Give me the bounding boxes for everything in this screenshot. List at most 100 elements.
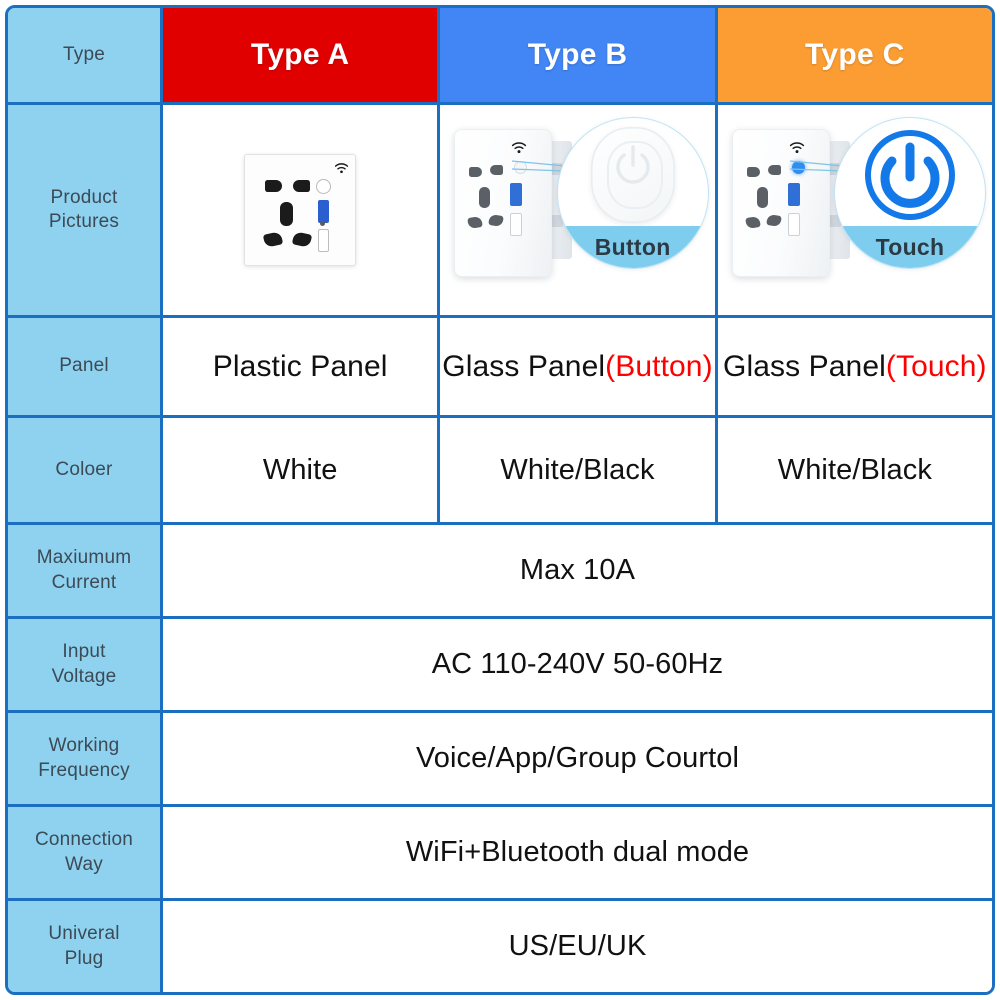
product-pictures-row: Product Pictures Button Touch: [8, 105, 992, 318]
row-label-line-2: Plug: [64, 947, 104, 969]
color-text-a: White: [262, 453, 338, 486]
color-row: Coloer White White/Black White/Black: [8, 418, 992, 525]
row-label-line-1: Working: [48, 735, 120, 757]
socket-pin-top-left: [265, 180, 283, 192]
row-label-input-voltage: Input Voltage: [8, 619, 163, 710]
input-voltage-row: Input Voltage AC 110-240V 50-60Hz: [8, 619, 992, 713]
product-image-type-a: [163, 105, 441, 315]
row-label-line-1: Univeral: [48, 923, 120, 945]
color-text-c: White/Black: [777, 453, 932, 486]
panel-value-type-a: Plastic Panel: [163, 318, 441, 415]
callout-artwork: [558, 124, 708, 226]
universal-plug-text: US/EU/UK: [508, 930, 647, 962]
socket-pin-bottom-right: [292, 231, 313, 248]
color-value-type-a: White: [163, 418, 441, 522]
touch-indicator-icon: [791, 161, 805, 174]
column-header-type-c: Type C: [717, 8, 992, 102]
panel-value-type-c: Glass Panel(Touch): [717, 318, 992, 415]
connection-way-row: Connection Way WiFi+Bluetooth dual mode: [8, 807, 992, 901]
row-label-working-frequency: Working Frequency: [8, 713, 163, 804]
working-frequency-row: Working Frequency Voice/App/Group Courto…: [8, 713, 992, 807]
product-image-type-c: Touch: [717, 105, 992, 315]
callout-artwork: [835, 124, 985, 226]
color-value-type-c: White/Black: [717, 418, 992, 522]
row-label-line-1: Connection: [34, 829, 134, 851]
panel-text-a: Plastic Panel: [212, 349, 388, 383]
callout-label-text: Touch: [875, 233, 945, 260]
usb-port-white-icon: [510, 213, 523, 236]
usb-port-white-icon: [787, 213, 800, 236]
row-label-maximum-current: Maxiumum Current: [8, 525, 163, 616]
callout-touch: Touch: [833, 117, 986, 269]
maximum-current-text: Max 10A: [519, 554, 636, 586]
socket-pin-earth: [280, 202, 294, 226]
panel-accent-c: (Touch): [885, 349, 987, 383]
row-label-color: Coloer: [8, 418, 163, 522]
table-header-row: Type Type A Type B Type C: [8, 8, 992, 105]
panel-text-b: Glass Panel: [442, 349, 606, 383]
row-label-line-2: Voltage: [51, 665, 117, 687]
usb-port-white-icon: [318, 229, 330, 252]
row-label-line-2: Way: [65, 853, 103, 875]
product-image-type-b: Button: [440, 105, 718, 315]
row-label-connection-way: Connection Way: [8, 807, 163, 898]
power-knob-icon: [316, 179, 332, 194]
power-symbol-icon: [864, 130, 955, 220]
color-text-b: White/Black: [500, 453, 655, 486]
row-label-line-1: Maxiumum: [36, 547, 132, 569]
angled-socket-button-icon: [454, 125, 573, 277]
panel-accent-b: (Button): [605, 349, 713, 383]
wifi-icon: [512, 142, 527, 154]
row-label-panel: Panel: [8, 318, 163, 415]
row-label-line-1: Product: [50, 186, 118, 208]
socket-pin-earth: [756, 187, 768, 208]
angled-socket-touch-icon: [731, 125, 850, 277]
push-button-art: [590, 127, 675, 223]
panel-value-type-b: Glass Panel(Button): [440, 318, 718, 415]
connection-way-text: WiFi+Bluetooth dual mode: [405, 836, 750, 868]
usb-port-blue-icon: [318, 200, 330, 223]
panel-text-c: Glass Panel: [723, 349, 886, 383]
universal-plug-value: US/EU/UK: [163, 901, 992, 992]
working-frequency-value: Voice/App/Group Courtol: [163, 713, 992, 804]
input-voltage-text: AC 110-240V 50-60Hz: [431, 648, 724, 680]
indicator-dot-icon: [320, 221, 326, 226]
usb-port-blue-icon: [510, 183, 523, 206]
connection-way-value: WiFi+Bluetooth dual mode: [163, 807, 992, 898]
socket-pin-earth: [479, 187, 491, 208]
panel-row: Panel Plastic Panel Glass Panel(Button) …: [8, 318, 992, 418]
row-label-line-2: Current: [51, 571, 117, 593]
socket-pin-top-right: [767, 165, 781, 175]
column-header-type-b: Type B: [440, 8, 718, 102]
universal-plug-row: Univeral Plug US/EU/UK: [8, 901, 992, 992]
socket-face-panel: [454, 129, 553, 277]
usb-port-blue-icon: [787, 183, 800, 206]
column-header-type-a: Type A: [163, 8, 441, 102]
callout-button: Button: [556, 117, 709, 269]
socket-pin-top-left: [746, 167, 760, 177]
socket-pin-top-left: [469, 167, 483, 177]
working-frequency-text: Voice/App/Group Courtol: [415, 742, 740, 774]
row-label-line-2: Pictures: [48, 211, 120, 232]
color-value-type-b: White/Black: [440, 418, 718, 522]
callout-label-band: Button: [557, 226, 708, 268]
socket-face-panel: [731, 129, 830, 277]
product-comparison-table: Type Type A Type B Type C Product Pictur…: [5, 5, 995, 995]
row-label-universal-plug: Univeral Plug: [8, 901, 163, 992]
header-row-label: Type: [8, 8, 163, 102]
maximum-current-row: Maxiumum Current Max 10A: [8, 525, 992, 619]
wifi-icon: [335, 163, 349, 174]
power-symbol-icon: [616, 145, 650, 184]
row-label-product-pictures: Product Pictures: [8, 105, 163, 315]
row-label-line-2: Frequency: [38, 759, 130, 781]
flat-white-socket-icon: [244, 154, 357, 266]
wifi-icon: [789, 142, 804, 154]
row-label-line-1: Input: [62, 641, 106, 663]
socket-pin-top-right: [490, 165, 504, 175]
input-voltage-value: AC 110-240V 50-60Hz: [163, 619, 992, 710]
callout-label-text: Button: [594, 233, 671, 260]
socket-pin-bottom-left: [263, 231, 284, 248]
callout-label-band: Touch: [834, 226, 985, 268]
maximum-current-value: Max 10A: [163, 525, 992, 616]
socket-pin-top-right: [293, 180, 311, 192]
